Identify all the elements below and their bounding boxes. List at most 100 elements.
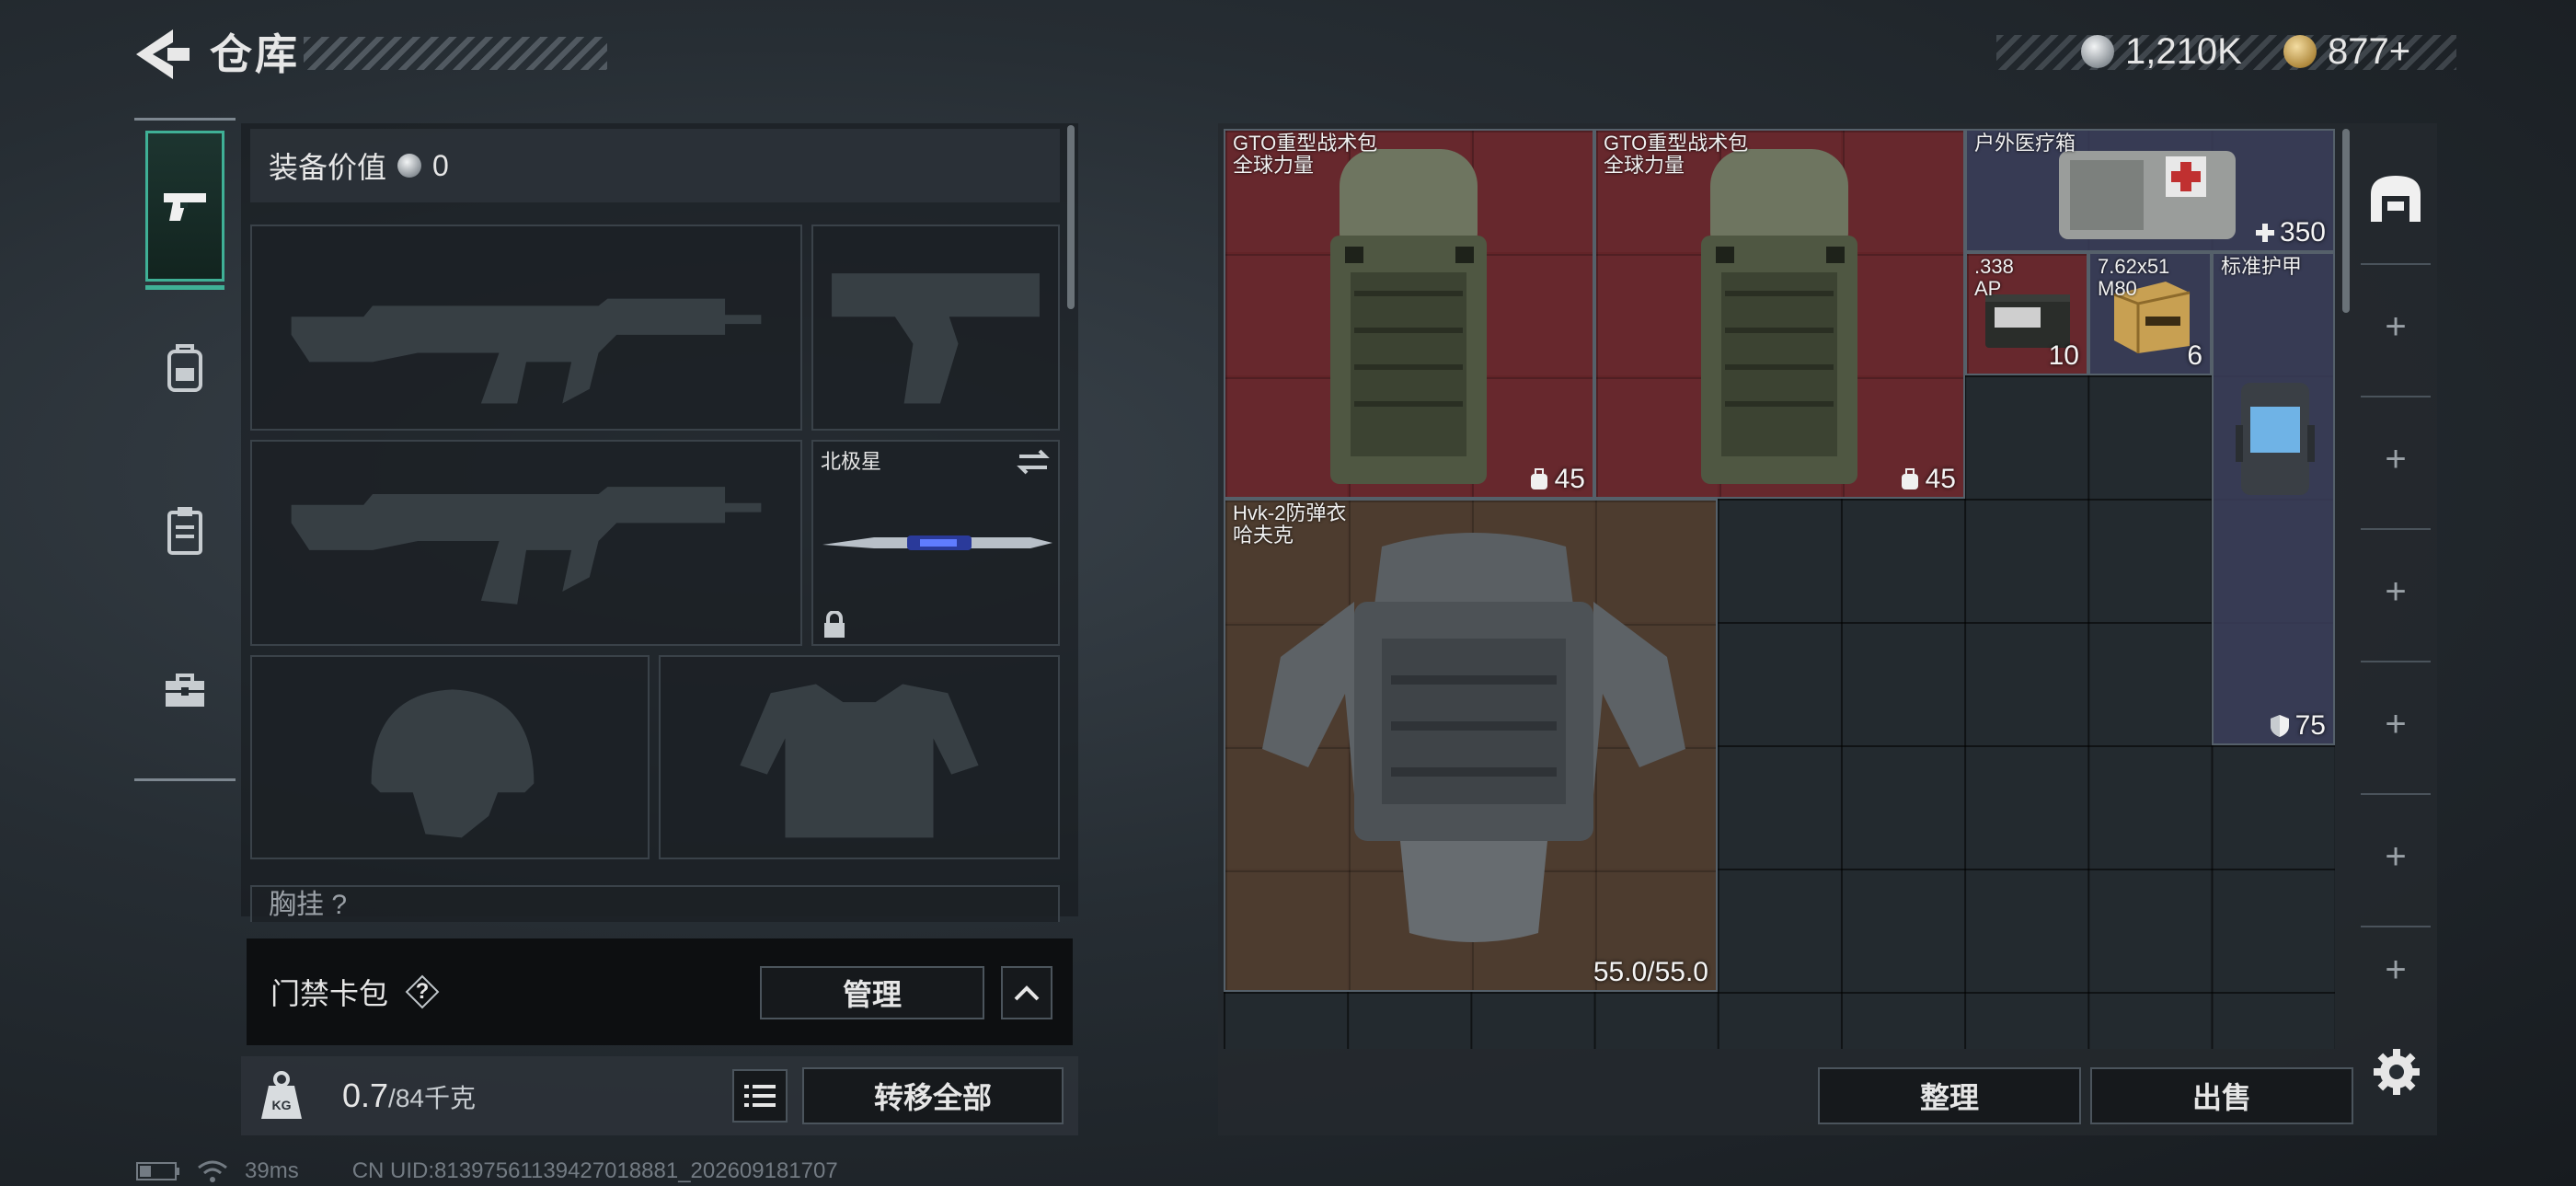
item-name: .338 AP: [1974, 255, 2014, 300]
chest-rig-slot[interactable]: 胸挂 ?: [250, 885, 1060, 922]
tab-column-top-divider: [134, 118, 236, 121]
lock-icon: [824, 611, 845, 638]
equipment-value-bar: 装备价值 0: [250, 129, 1060, 202]
shield-icon: [2270, 715, 2289, 737]
chevron-up-icon: [1014, 985, 1040, 1001]
tab-column-bottom-divider: [134, 778, 236, 781]
back-button[interactable]: [129, 26, 193, 83]
helmet-slot[interactable]: [250, 655, 650, 859]
silver-currency-value: 1,210K: [2125, 30, 2242, 72]
uid-text: CN UID:81397561139427018881_202609181707: [351, 1158, 838, 1183]
stash-item-backpack-2[interactable]: GTO重型战术包 全球力量 45: [1594, 129, 1965, 499]
plus-icon: [2255, 224, 2274, 242]
helmet-silhouette-icon: [371, 689, 535, 838]
weight-icon: KG: [254, 1067, 309, 1123]
pistol-slot[interactable]: [811, 225, 1060, 431]
swap-icon[interactable]: [1016, 447, 1051, 477]
stash-item-body-armor[interactable]: Hvk-2防弹衣 哈夫克 55.0/55.0: [1224, 499, 1718, 992]
item-name: 标准护甲: [2221, 255, 2303, 278]
item-name: GTO重型战术包 全球力量: [1233, 132, 1378, 177]
stash-scrollbar[interactable]: [2342, 129, 2350, 313]
equipment-tab-column: [134, 118, 236, 782]
stash-home-icon: [2371, 176, 2421, 222]
item-durability: 75: [2270, 710, 2326, 742]
medkit-image: [2059, 151, 2236, 239]
collapse-button[interactable]: [1001, 966, 1052, 1019]
stash-item-medkit[interactable]: 户外医疗箱 350: [1965, 129, 2335, 252]
armor-silhouette-icon: [740, 684, 979, 838]
rifle-silhouette-icon: [291, 298, 762, 404]
keycard-help-button[interactable]: ?: [405, 974, 440, 1009]
stash-page-tab-add-3[interactable]: +: [2361, 528, 2431, 653]
manage-button[interactable]: 管理: [760, 966, 984, 1019]
list-view-button[interactable]: [732, 1069, 788, 1123]
equipment-value-label: 装备价值: [269, 151, 387, 184]
item-quantity: 10: [2048, 340, 2079, 371]
stash-page-tab-add-1[interactable]: +: [2361, 263, 2431, 388]
backpack-small-icon: [1530, 468, 1547, 489]
stash-item-ammo-762[interactable]: 7.62x51 M80 6: [2088, 252, 2212, 375]
gold-currency[interactable]: 877+: [2283, 28, 2410, 75]
pistol-silhouette-icon: [832, 273, 1040, 404]
stash-page-tab-add-4[interactable]: +: [2361, 661, 2431, 786]
settings-button[interactable]: [2372, 1047, 2421, 1097]
tab-backpack[interactable]: [145, 293, 224, 443]
weight-icon-label: KG: [272, 1098, 292, 1112]
silver-coin-icon: [2081, 35, 2114, 68]
title-decoration: [304, 37, 607, 70]
stash-page-tabs: + + + + + +: [2357, 129, 2434, 1012]
stash-page-tab-add-5[interactable]: +: [2361, 793, 2431, 918]
stash-item-backpack-1[interactable]: GTO重型战术包 全球力量 45: [1224, 129, 1594, 499]
primary-weapon-slot-2[interactable]: [250, 440, 802, 646]
tab-toolbox[interactable]: [145, 615, 224, 766]
silver-coin-icon: [397, 154, 422, 178]
backpack-icon: [167, 344, 202, 392]
keycard-label: 门禁卡包: [270, 977, 389, 1010]
gear-icon: [2374, 1049, 2420, 1095]
backpack-small-icon: [1901, 468, 1918, 489]
stash-item-armor-plate[interactable]: 标准护甲 75: [2212, 252, 2335, 745]
equipment-scrollbar[interactable]: [1067, 125, 1075, 309]
stash-page-tab-add-6[interactable]: +: [2361, 926, 2431, 1012]
stash-grid: GTO重型战术包 全球力量 45 GTO重型战术包 全球力量 45 户外医疗箱 …: [1224, 129, 2335, 1049]
sort-button[interactable]: 整理: [1818, 1067, 2081, 1124]
wifi-icon: [198, 1160, 227, 1182]
transfer-all-button[interactable]: 转移全部: [802, 1067, 1064, 1124]
help-icon: ?: [415, 979, 430, 1004]
backpack-image: [1701, 149, 1857, 484]
stash-item-ammo-338[interactable]: .338 AP 10: [1965, 252, 2088, 375]
list-icon: [744, 1085, 776, 1107]
status-bar: 39ms CN UID:81397561139427018881_2026091…: [136, 1157, 838, 1185]
backpack-image: [1330, 149, 1487, 484]
item-capacity: 45: [1529, 464, 1585, 495]
max-weight: /84千克: [388, 1084, 476, 1112]
clipboard-icon: [167, 507, 202, 555]
tab-weapons[interactable]: [145, 131, 224, 290]
knife-icon: [822, 535, 1052, 550]
armor-slot[interactable]: [659, 655, 1060, 859]
back-arrow-icon: [136, 29, 190, 79]
item-name: Hvk-2防弹衣 哈夫克: [1233, 501, 1347, 547]
battery-icon: [136, 1162, 179, 1180]
pistol-icon: [164, 193, 206, 221]
silver-currency[interactable]: 1,210K: [2081, 28, 2242, 75]
sell-button[interactable]: 出售: [2090, 1067, 2353, 1124]
melee-slot[interactable]: 北极星: [811, 440, 1060, 646]
item-name: 7.62x51 M80: [2098, 255, 2170, 300]
rifle-silhouette-icon: [291, 487, 762, 605]
item-name: 户外医疗箱: [1974, 132, 2076, 155]
tab-clipboard[interactable]: [145, 455, 224, 605]
ping-text: 39ms: [245, 1158, 299, 1183]
item-quantity: 350: [2255, 217, 2326, 248]
gold-coin-icon: [2283, 35, 2317, 68]
body-armor-image: [1262, 533, 1685, 942]
stash-page-tab-add-2[interactable]: +: [2361, 396, 2431, 521]
equipment-value: 0: [432, 148, 449, 182]
tab-active-indicator: [145, 285, 224, 290]
item-capacity: 45: [1900, 464, 1956, 495]
stash-page-tab-main[interactable]: [2357, 147, 2434, 248]
page-title: 仓库: [210, 30, 300, 78]
item-name: GTO重型战术包 全球力量: [1604, 132, 1749, 177]
primary-weapon-slot-1[interactable]: [250, 225, 802, 431]
weight-text: 0.7/84千克: [342, 1073, 476, 1122]
